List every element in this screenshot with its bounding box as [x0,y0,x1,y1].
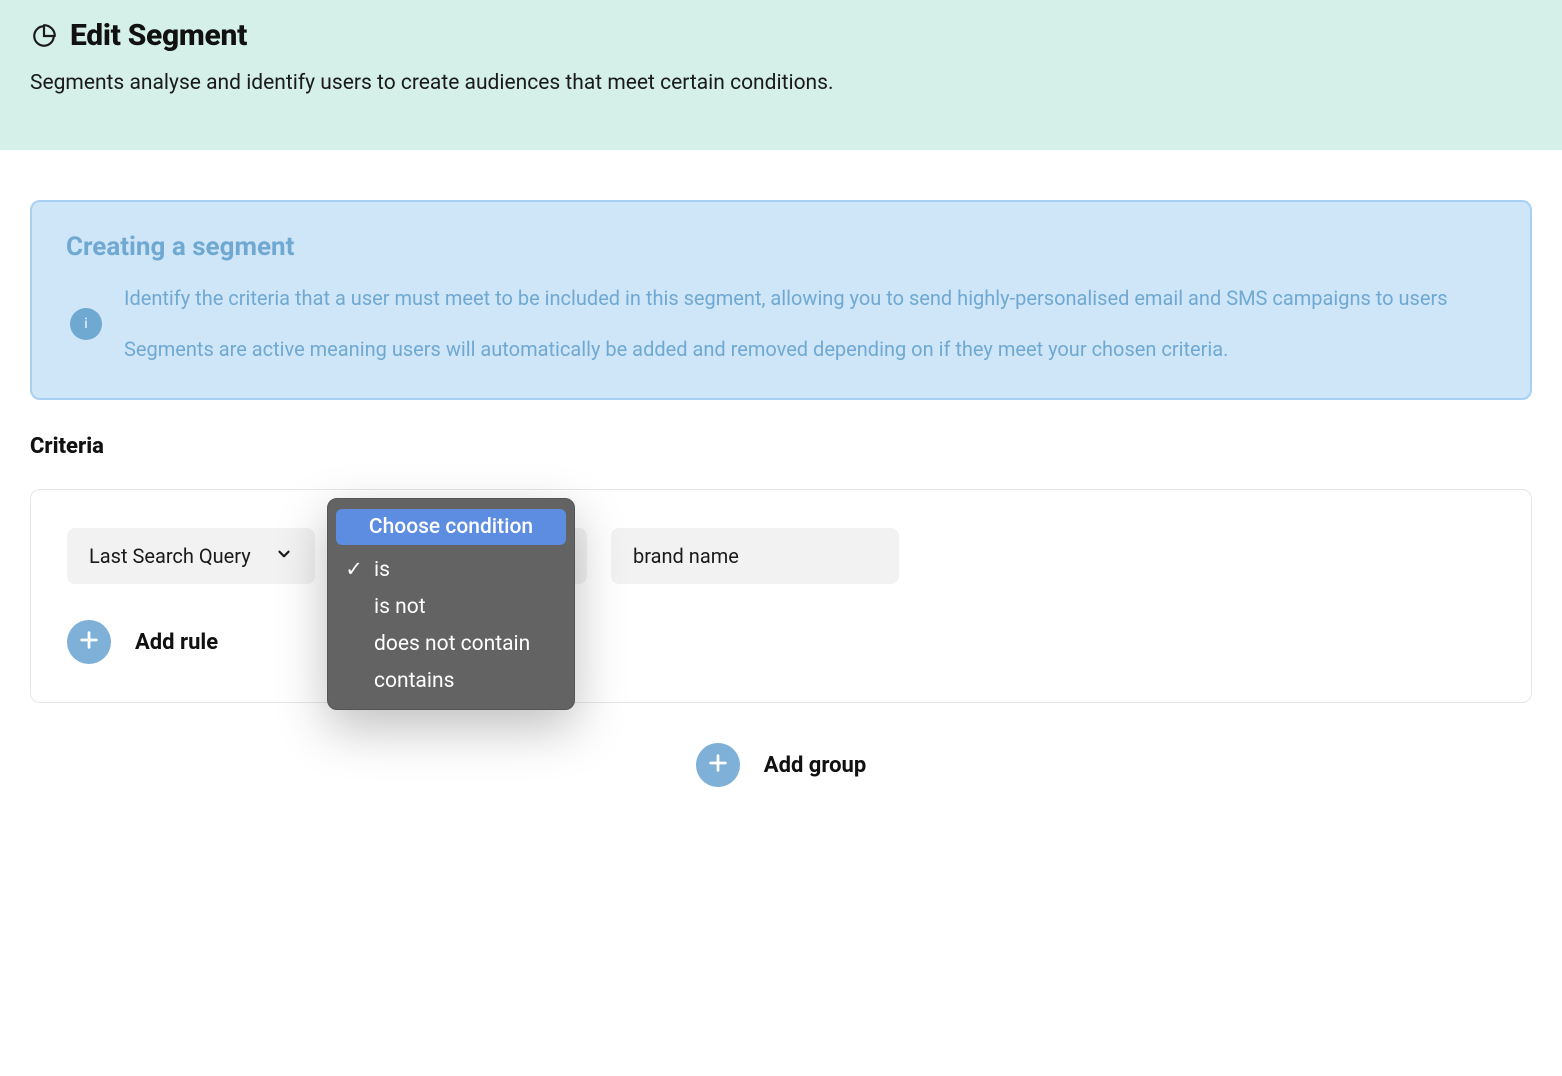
info-card: Creating a segment i Identify the criter… [30,200,1532,400]
page-title: Edit Segment [70,18,247,53]
plus-icon [78,629,100,655]
condition-dropdown: Choose condition ✓ is ✓ is not ✓ does no… [327,498,575,710]
info-para-1: Identify the criteria that a user must m… [124,284,1448,313]
dropdown-option-label: is [374,558,390,582]
info-body: i Identify the criteria that a user must… [66,284,1496,364]
rule-row: Last Search Query is Choose condi [67,528,1495,584]
dropdown-option-label: contains [374,669,454,693]
add-rule-label: Add rule [135,630,218,655]
chevron-down-icon [275,544,293,568]
check-icon: ✓ [344,557,364,582]
dropdown-option-label: is not [374,595,426,619]
content-area: Creating a segment i Identify the criter… [0,150,1562,847]
dropdown-option-is[interactable]: ✓ is [336,551,566,588]
info-card-title: Creating a segment [66,232,1496,262]
plus-icon [707,752,729,778]
page-header: Edit Segment Segments analyse and identi… [0,0,1562,150]
add-group-button[interactable] [696,743,740,787]
info-text: Identify the criteria that a user must m… [124,284,1448,364]
criteria-heading: Criteria [30,434,1532,459]
info-icon: i [70,308,102,340]
criteria-card: Last Search Query is Choose condi [30,489,1532,703]
add-rule-button[interactable] [67,620,111,664]
dropdown-option-is-not[interactable]: ✓ is not [336,588,566,625]
add-group-label: Add group [764,753,866,778]
dropdown-header[interactable]: Choose condition [336,509,566,545]
property-select[interactable]: Last Search Query [67,528,315,584]
dropdown-option-does-not-contain[interactable]: ✓ does not contain [336,625,566,662]
dropdown-option-contains[interactable]: ✓ contains [336,662,566,699]
value-input[interactable] [611,528,899,584]
page-subtitle: Segments analyse and identify users to c… [30,71,1532,95]
dropdown-option-label: does not contain [374,632,530,656]
property-select-value: Last Search Query [89,544,251,568]
add-rule-row: Add rule [67,620,1495,664]
segment-chart-icon [30,22,58,50]
add-group-row: Add group [30,743,1532,787]
info-para-2: Segments are active meaning users will a… [124,335,1448,364]
title-row: Edit Segment [30,18,1532,53]
